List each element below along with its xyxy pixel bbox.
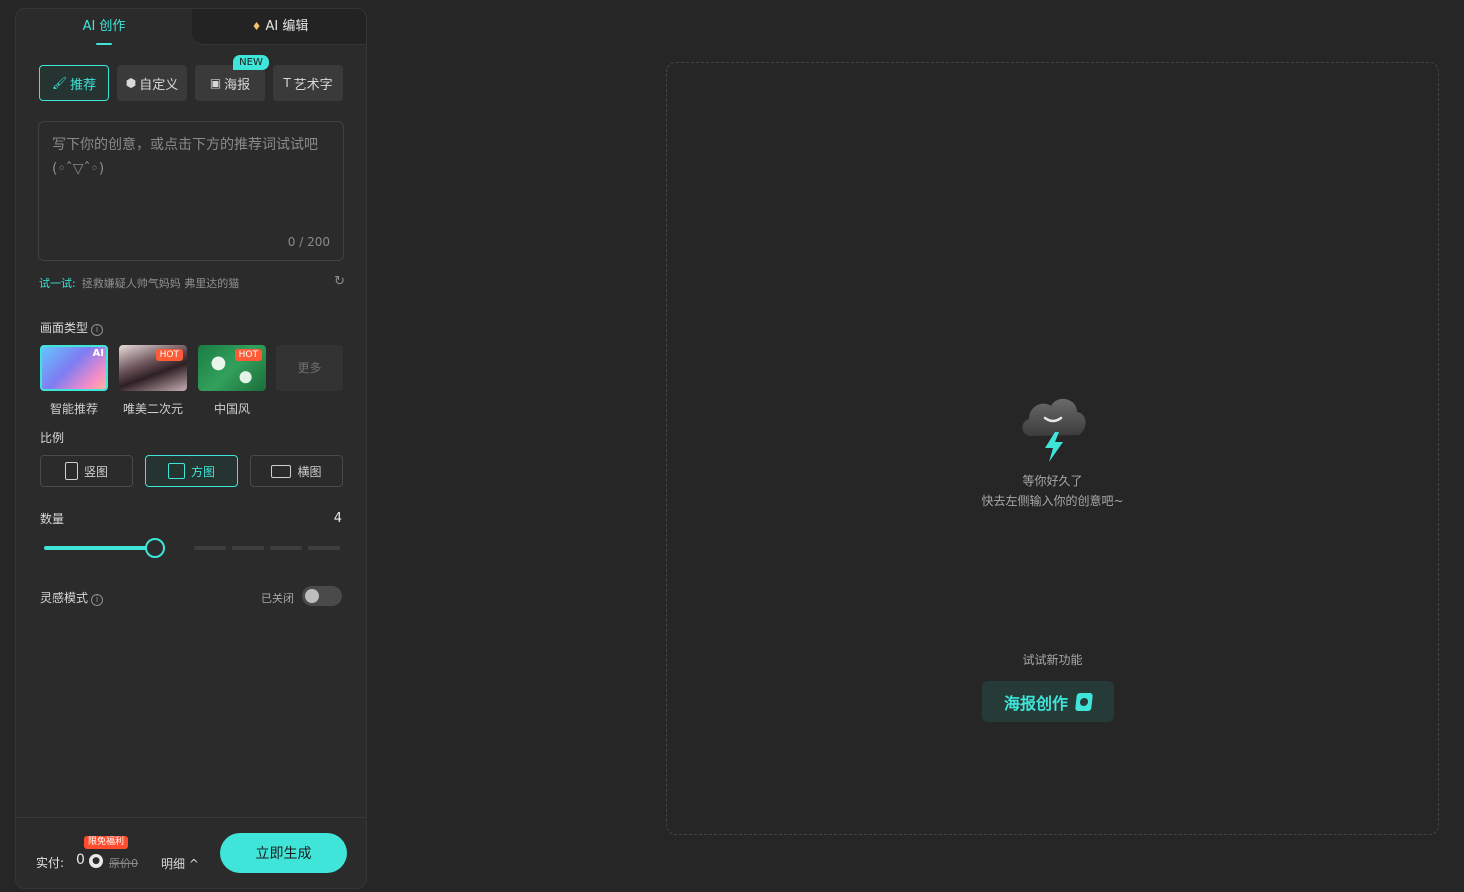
original-price: 原价0	[109, 857, 138, 870]
ratio-portrait-label: 竖图	[83, 464, 108, 479]
ratio-section-title: 比例	[40, 431, 65, 445]
style-card-anime[interactable]: HOT	[119, 345, 187, 391]
promo-badge: 限免福利	[84, 836, 129, 849]
style-card-chinese[interactable]: HOT	[198, 345, 266, 391]
style-label-chinese: 中国风	[213, 402, 250, 416]
text-style-icon: T	[283, 76, 291, 90]
square-icon	[167, 463, 185, 479]
generate-button[interactable]: 立即生成	[220, 833, 347, 873]
result-canvas: 等你好久了 快去左侧输入你的创意吧~ 试试新功能 海报创作	[666, 62, 1439, 835]
mode-custom-label: 自定义	[139, 77, 179, 93]
ai-tag: AI	[92, 348, 104, 359]
refresh-icon[interactable]: ↻	[334, 274, 345, 289]
control-panel: AI 创作 ♦AI 编辑 🖌 推荐 ⬢ 自定义 ▣ 海报 NEW T 艺术字 0…	[15, 8, 367, 889]
tab-ai-create[interactable]: AI 创作	[16, 9, 192, 45]
tab-ai-edit-label: AI 编辑	[265, 19, 309, 34]
poster-icon	[1075, 692, 1093, 711]
tab-ai-create-label: AI 创作	[82, 19, 126, 34]
empty-state-subtitle: 快去左侧输入你的创意吧~	[981, 494, 1124, 508]
inspiration-title-label: 灵感模式	[40, 591, 89, 605]
mode-recommend-label: 推荐	[70, 77, 97, 93]
style-section-title: 画面类型 i	[40, 319, 104, 336]
slider-segment	[270, 546, 302, 550]
quantity-slider[interactable]	[44, 538, 340, 558]
hot-tag: HOT	[234, 349, 262, 361]
style-title-label: 画面类型	[40, 321, 89, 335]
tab-active-indicator	[96, 43, 112, 45]
info-icon[interactable]: i	[91, 324, 104, 336]
try-suggestions: 试一试: 拯救嫌疑人帅气妈妈 弗里达的猫 ↻	[39, 274, 345, 293]
prompt-box: 0 / 200	[38, 121, 344, 261]
brush-icon: 🖌	[51, 76, 68, 90]
suggestion-list[interactable]: 拯救嫌疑人帅气妈妈 弗里达的猫	[82, 277, 240, 290]
detail-toggle[interactable]: 明细 ^	[161, 855, 199, 872]
cube-icon: ⬢	[125, 76, 137, 90]
toggle-knob	[305, 589, 319, 603]
ratio-landscape-button[interactable]: 横图	[250, 455, 343, 487]
portrait-icon	[64, 462, 78, 480]
tab-ai-edit[interactable]: ♦ AI 编辑	[192, 9, 366, 45]
style-label-smart: 智能推荐	[49, 402, 98, 416]
mode-tabs: AI 创作 ♦ AI 编辑	[16, 9, 366, 45]
mode-poster-button[interactable]: ▣ 海报	[195, 65, 265, 101]
ratio-square-label: 方图	[190, 464, 215, 479]
slider-thumb[interactable]	[145, 538, 165, 558]
quantity-section-title: 数量	[40, 512, 65, 526]
panel-footer: 限免福利 实付: 0 ● 原价0 明细 ^ 立即生成	[16, 817, 366, 888]
empty-state-title: 等你好久了	[1022, 474, 1083, 488]
prompt-input[interactable]	[52, 133, 332, 233]
char-counter: 0 / 200	[287, 235, 330, 249]
info-icon[interactable]: i	[91, 594, 104, 606]
diamond-icon: ♦	[251, 20, 262, 33]
new-feature-label: 试试新功能	[1022, 653, 1083, 667]
slider-segment	[232, 546, 264, 550]
ratio-landscape-label: 横图	[297, 464, 322, 479]
inspiration-section-title: 灵感模式 i	[40, 589, 104, 606]
inspiration-toggle[interactable]	[302, 586, 342, 606]
slider-fill	[44, 546, 155, 550]
mode-art-text-button[interactable]: T 艺术字	[273, 65, 343, 101]
mode-art-text-label: 艺术字	[293, 77, 333, 93]
image-icon: ▣	[209, 76, 222, 90]
quantity-value: 4	[333, 511, 342, 526]
slider-segment	[194, 546, 226, 550]
ratio-portrait-button[interactable]: 竖图	[40, 455, 133, 487]
cloud-lightning-icon	[1022, 398, 1086, 462]
poster-create-button[interactable]: 海报创作	[982, 681, 1114, 722]
mode-recommend-button[interactable]: 🖌 推荐	[39, 65, 109, 101]
mode-poster-label: 海报	[224, 77, 251, 93]
style-card-smart[interactable]: AI	[40, 345, 108, 391]
mode-custom-button[interactable]: ⬢ 自定义	[117, 65, 187, 101]
landscape-icon	[271, 464, 292, 478]
pay-amount: 0	[76, 852, 85, 868]
slider-segment	[308, 546, 340, 550]
try-label: 试一试:	[39, 277, 76, 290]
hot-tag: HOT	[155, 349, 183, 361]
inspiration-status: 已关闭	[261, 592, 294, 605]
style-label-anime: 唯美二次元	[122, 402, 183, 416]
ratio-square-button[interactable]: 方图	[145, 455, 238, 487]
coin-icon: ●	[89, 854, 103, 868]
style-more-button[interactable]: 更多	[276, 345, 343, 391]
poster-create-label: 海报创作	[1003, 693, 1068, 713]
new-badge: NEW	[233, 55, 269, 70]
pay-label: 实付:	[36, 856, 65, 870]
